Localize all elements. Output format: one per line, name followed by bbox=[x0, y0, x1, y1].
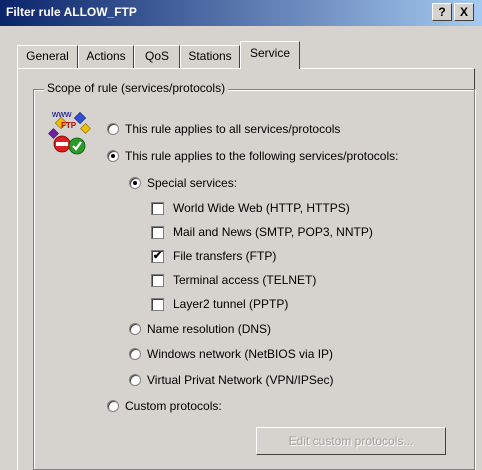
edit-custom-protocols-button[interactable]: Edit custom protocols... bbox=[256, 427, 446, 455]
tab-service[interactable]: Service bbox=[240, 41, 300, 69]
dns-option[interactable]: Name resolution (DNS) bbox=[129, 321, 271, 337]
service-telnet-label: Terminal access (TELNET) bbox=[173, 273, 317, 287]
group-legend: Scope of rule (services/protocols) bbox=[44, 81, 229, 95]
service-pptp-checkbox[interactable] bbox=[151, 297, 164, 311]
service-mail-checkbox[interactable] bbox=[151, 225, 164, 239]
scope-all-option[interactable]: This rule applies to all services/protoc… bbox=[107, 121, 340, 137]
service-ftp-label: File transfers (FTP) bbox=[173, 249, 277, 263]
service-www-label: World Wide Web (HTTP, HTTPS) bbox=[173, 201, 350, 215]
scope-all-radio[interactable] bbox=[107, 123, 119, 135]
title-bar[interactable]: Filter rule ALLOW_FTP ? X bbox=[0, 0, 482, 26]
dns-label: Name resolution (DNS) bbox=[147, 322, 272, 336]
dialog-window: Filter rule ALLOW_FTP ? X General Action… bbox=[0, 0, 482, 470]
scope-following-label: This rule applies to the following servi… bbox=[125, 149, 399, 163]
service-mail-option[interactable]: Mail and News (SMTP, POP3, NNTP) bbox=[151, 224, 373, 240]
special-services-label: Special services: bbox=[147, 176, 238, 190]
special-services-option[interactable]: Special services: bbox=[129, 175, 237, 191]
netbios-label: Windows network (NetBIOS via IP) bbox=[147, 347, 334, 361]
service-ftp-checkbox[interactable]: ✔ bbox=[151, 249, 164, 263]
scope-all-label: This rule applies to all services/protoc… bbox=[125, 122, 341, 136]
tab-stations[interactable]: Stations bbox=[180, 45, 240, 68]
custom-protocols-radio[interactable] bbox=[107, 400, 119, 412]
svg-text:FTP: FTP bbox=[61, 121, 77, 130]
service-www-checkbox[interactable] bbox=[151, 201, 164, 215]
service-pptp-label: Layer2 tunnel (PPTP) bbox=[173, 297, 289, 311]
service-telnet-option[interactable]: Terminal access (TELNET) bbox=[151, 272, 316, 288]
tab-general[interactable]: General bbox=[17, 45, 78, 68]
tab-actions[interactable]: Actions bbox=[78, 45, 134, 68]
service-telnet-checkbox[interactable] bbox=[151, 273, 164, 287]
service-pptp-option[interactable]: Layer2 tunnel (PPTP) bbox=[151, 296, 288, 312]
special-services-radio[interactable] bbox=[129, 177, 141, 189]
dns-radio[interactable] bbox=[129, 323, 141, 335]
window-title: Filter rule ALLOW_FTP bbox=[6, 5, 137, 19]
vpn-label: Virtual Privat Network (VPN/IPSec) bbox=[147, 373, 334, 387]
netbios-option[interactable]: Windows network (NetBIOS via IP) bbox=[129, 346, 333, 362]
vpn-radio[interactable] bbox=[129, 374, 141, 386]
scope-following-option[interactable]: This rule applies to the following servi… bbox=[107, 148, 398, 164]
service-www-option[interactable]: World Wide Web (HTTP, HTTPS) bbox=[151, 200, 350, 216]
netbios-radio[interactable] bbox=[129, 348, 141, 360]
tab-qos[interactable]: QoS bbox=[134, 45, 180, 68]
scope-following-radio[interactable] bbox=[107, 150, 119, 162]
custom-protocols-option[interactable]: Custom protocols: bbox=[107, 398, 222, 414]
custom-protocols-label: Custom protocols: bbox=[125, 399, 222, 413]
services-protocols-icon: www FTP bbox=[48, 109, 91, 155]
service-ftp-option[interactable]: ✔ File transfers (FTP) bbox=[151, 248, 276, 264]
vpn-option[interactable]: Virtual Privat Network (VPN/IPSec) bbox=[129, 372, 334, 388]
help-button[interactable]: ? bbox=[432, 3, 452, 21]
service-mail-label: Mail and News (SMTP, POP3, NNTP) bbox=[173, 225, 373, 239]
close-button[interactable]: X bbox=[454, 3, 474, 21]
